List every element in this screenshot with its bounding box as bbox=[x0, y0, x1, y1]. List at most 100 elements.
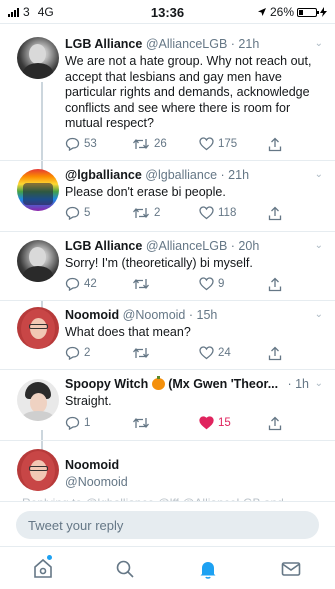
author-name[interactable]: Noomoid bbox=[65, 458, 119, 472]
retweet-button[interactable] bbox=[132, 346, 154, 360]
tweet-time: · 20h bbox=[230, 239, 260, 253]
share-button[interactable] bbox=[268, 206, 282, 221]
like-count: 9 bbox=[218, 278, 225, 290]
messages-tab[interactable] bbox=[279, 557, 303, 581]
like-button[interactable]: 118 bbox=[199, 206, 236, 220]
share-button[interactable] bbox=[268, 277, 282, 292]
reply-icon bbox=[65, 416, 80, 430]
tweet[interactable]: Spoopy Witch (Mx Gwen 'Theor... · 1h ⌄ S… bbox=[0, 370, 335, 440]
share-button[interactable] bbox=[268, 137, 282, 152]
like-button[interactable]: 15 bbox=[199, 416, 231, 430]
reply-input[interactable]: Tweet your reply bbox=[16, 511, 319, 539]
reply-button[interactable]: 42 bbox=[65, 277, 97, 291]
home-tab[interactable] bbox=[31, 555, 55, 581]
avatar[interactable] bbox=[17, 449, 59, 491]
reply-icon bbox=[65, 137, 80, 151]
reply-icon bbox=[65, 346, 80, 360]
share-icon bbox=[268, 416, 282, 431]
share-button[interactable] bbox=[268, 416, 282, 431]
retweet-icon bbox=[133, 347, 149, 359]
charging-icon bbox=[320, 7, 327, 17]
avatar[interactable] bbox=[17, 169, 59, 211]
like-count: 24 bbox=[218, 347, 231, 359]
search-tab[interactable] bbox=[113, 557, 137, 581]
chevron-down-icon[interactable]: ⌄ bbox=[315, 378, 323, 389]
retweet-button[interactable] bbox=[132, 416, 154, 430]
chevron-down-icon[interactable]: ⌄ bbox=[315, 169, 323, 180]
like-count: 15 bbox=[218, 417, 231, 429]
author-name[interactable]: Spoopy Witch bbox=[65, 377, 148, 391]
share-button[interactable] bbox=[268, 346, 282, 361]
tweet[interactable]: LGB Alliance @AllianceLGB · 20h ⌄ Sorry!… bbox=[0, 232, 335, 300]
like-count: 118 bbox=[218, 207, 237, 219]
tweet[interactable]: @lgballiance @lgballiance · 21h ⌄ Please… bbox=[0, 161, 335, 231]
heart-filled-icon bbox=[199, 416, 214, 430]
reply-button[interactable]: 1 bbox=[65, 416, 90, 430]
retweet-button[interactable] bbox=[132, 277, 154, 291]
avatar[interactable] bbox=[17, 240, 59, 282]
reply-icon bbox=[65, 206, 80, 220]
tab-bar bbox=[0, 546, 335, 589]
author-name[interactable]: Noomoid bbox=[65, 308, 119, 322]
share-icon bbox=[268, 137, 282, 152]
share-icon bbox=[268, 346, 282, 361]
tweet-actions: 1 15 bbox=[65, 416, 305, 432]
author-handle: @AllianceLGB bbox=[145, 239, 228, 253]
avatar[interactable] bbox=[17, 37, 59, 79]
heart-icon bbox=[199, 206, 214, 220]
location-icon bbox=[257, 8, 266, 16]
like-button[interactable]: 175 bbox=[199, 137, 237, 151]
heart-icon bbox=[199, 346, 214, 360]
reply-button[interactable]: 53 bbox=[65, 137, 97, 151]
pumpkin-emoji-icon bbox=[151, 376, 165, 390]
search-icon bbox=[116, 560, 134, 578]
tweet-time: · 1h bbox=[287, 377, 309, 391]
reply-button[interactable]: 5 bbox=[65, 206, 90, 220]
like-button[interactable]: 9 bbox=[199, 277, 224, 291]
tweet-time: · 21h bbox=[230, 37, 260, 51]
author-handle: @AllianceLGB bbox=[145, 37, 228, 51]
tweet-actions: 2 24 bbox=[65, 346, 305, 362]
tweet[interactable]: Noomoid @Noomoid · 15h ⌄ What does that … bbox=[0, 301, 335, 369]
avatar[interactable] bbox=[17, 379, 59, 421]
chevron-down-icon[interactable]: ⌄ bbox=[315, 240, 323, 251]
author-name[interactable]: LGB Alliance bbox=[65, 239, 142, 253]
tweet-actions: 5 2 118 bbox=[65, 206, 305, 222]
home-icon bbox=[34, 558, 52, 578]
chevron-down-icon[interactable]: ⌄ bbox=[315, 309, 323, 320]
tweet-text: Please don't erase bi people. bbox=[65, 185, 226, 199]
retweet-icon bbox=[133, 278, 149, 290]
retweet-button[interactable]: 26 bbox=[132, 137, 167, 151]
share-icon bbox=[268, 277, 282, 292]
reply-bar: Tweet your reply bbox=[0, 501, 335, 546]
like-button[interactable]: 24 bbox=[199, 346, 231, 360]
battery-icon bbox=[297, 7, 319, 17]
tweet-text: Sorry! I'm (theoretically) bi myself. bbox=[65, 256, 253, 270]
author-handle: @lgballiance bbox=[145, 168, 218, 182]
tweet-text: Straight. bbox=[65, 394, 112, 408]
reply-count: 53 bbox=[84, 138, 97, 150]
author-name[interactable]: LGB Alliance bbox=[65, 37, 142, 51]
chevron-down-icon[interactable]: ⌄ bbox=[315, 38, 323, 49]
retweet-count: 26 bbox=[154, 138, 167, 150]
author-handle: @Noomoid bbox=[65, 475, 128, 489]
notifications-tab[interactable] bbox=[196, 557, 220, 581]
reply-icon bbox=[65, 277, 80, 291]
like-count: 175 bbox=[218, 138, 238, 150]
tweet[interactable]: Noomoid @Noomoid bbox=[0, 441, 335, 501]
avatar[interactable] bbox=[17, 307, 59, 349]
heart-icon bbox=[199, 137, 214, 151]
reply-count: 2 bbox=[84, 347, 91, 359]
reply-count: 5 bbox=[84, 207, 91, 219]
tweet[interactable]: LGB Alliance @AllianceLGB · 21h ⌄ We are… bbox=[0, 30, 335, 160]
reply-button[interactable]: 2 bbox=[65, 346, 90, 360]
reply-count: 1 bbox=[84, 417, 91, 429]
retweet-count: 2 bbox=[154, 207, 161, 219]
tweet-actions: 53 26 175 bbox=[65, 137, 305, 153]
battery-percent: 26% bbox=[269, 5, 294, 19]
author-name[interactable]: @lgballiance bbox=[65, 168, 142, 182]
notifications-icon bbox=[200, 562, 216, 579]
retweet-button[interactable]: 2 bbox=[132, 206, 160, 220]
reply-count: 42 bbox=[84, 278, 97, 290]
tweet-text: What does that mean? bbox=[65, 325, 191, 339]
